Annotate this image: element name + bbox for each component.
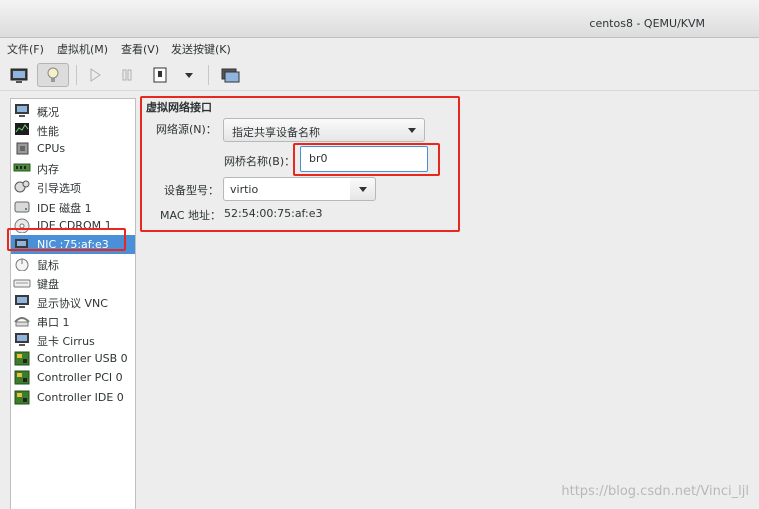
sidebar-item-label: IDE 磁盘 1 bbox=[37, 201, 92, 215]
power-icon bbox=[153, 67, 167, 83]
sidebar-item-label: 显卡 Cirrus bbox=[37, 335, 95, 349]
sidebar-item[interactable]: IDE 磁盘 1 bbox=[11, 197, 135, 216]
boot-icon bbox=[14, 180, 30, 193]
sidebar-item-label: 概况 bbox=[37, 106, 59, 119]
video-icon bbox=[15, 333, 29, 347]
title-bar: centos8 - QEMU/KVM bbox=[0, 0, 759, 38]
sidebar-item-label: 引导选项 bbox=[37, 182, 81, 196]
sidebar-item-label: Controller PCI 0 bbox=[37, 371, 123, 385]
performance-icon bbox=[15, 123, 29, 136]
controller-icon bbox=[14, 390, 30, 404]
mouse-icon bbox=[15, 258, 29, 271]
hardware-list: 概况 性能 CPUs 内存 引导选项 IDE 磁盘 1 IDE CDROM 1 NIC :75… bbox=[10, 98, 136, 509]
sidebar-item[interactable]: Controller PCI 0 bbox=[11, 368, 135, 387]
memory-icon bbox=[13, 163, 31, 172]
serial-icon bbox=[14, 317, 30, 327]
toolbar bbox=[0, 59, 759, 91]
sidebar-item-label: 键盘 bbox=[37, 277, 59, 291]
menu-bar: 文件(F) 虚拟机(M) 查看(V) 发送按键(K) bbox=[0, 39, 759, 59]
sidebar-item[interactable]: 鼠标 bbox=[11, 254, 135, 273]
annotation-box-bridge bbox=[293, 143, 440, 176]
sidebar-item[interactable]: 显卡 Cirrus bbox=[11, 330, 135, 349]
disk-icon bbox=[14, 201, 30, 212]
sidebar-item[interactable]: 性能 bbox=[11, 120, 135, 139]
cpu-icon bbox=[16, 142, 29, 155]
sidebar-item-label: 显示协议 VNC bbox=[37, 297, 108, 310]
menu-view[interactable]: 查看(V) bbox=[121, 41, 159, 57]
sidebar-item-label: 鼠标 bbox=[37, 258, 59, 272]
sidebar-item-label: Controller USB 0 bbox=[37, 352, 128, 366]
dropdown-arrow-icon bbox=[185, 73, 193, 78]
keyboard-icon bbox=[13, 279, 31, 288]
overview-icon bbox=[15, 104, 29, 117]
sidebar-item[interactable]: 引导选项 bbox=[11, 177, 135, 196]
console-button[interactable] bbox=[6, 63, 32, 87]
controller-icon bbox=[14, 351, 30, 366]
sidebar-item-label: 性能 bbox=[37, 125, 59, 139]
menu-file[interactable]: 文件(F) bbox=[7, 41, 44, 57]
pause-button[interactable] bbox=[116, 63, 138, 87]
play-icon bbox=[90, 68, 101, 82]
controller-icon bbox=[14, 370, 30, 385]
sidebar-item[interactable]: 概况 bbox=[11, 101, 135, 120]
display-icon bbox=[15, 295, 29, 308]
shutdown-menu-button[interactable] bbox=[180, 63, 198, 87]
shutdown-button[interactable] bbox=[150, 63, 170, 87]
sidebar-item[interactable]: 串口 1 bbox=[11, 311, 135, 330]
monitor-icon bbox=[10, 68, 28, 83]
menu-send-key[interactable]: 发送按键(K) bbox=[171, 41, 231, 57]
menu-vm[interactable]: 虚拟机(M) bbox=[57, 41, 108, 57]
sidebar-item[interactable]: 内存 bbox=[11, 158, 135, 177]
sidebar-item[interactable]: 显示协议 VNC bbox=[11, 292, 135, 311]
pause-icon bbox=[122, 69, 132, 81]
lightbulb-icon bbox=[47, 67, 59, 82]
screenshot-icon bbox=[221, 68, 240, 83]
annotation-box-nic bbox=[7, 228, 126, 251]
sidebar-item[interactable]: Controller USB 0 bbox=[11, 349, 135, 368]
sidebar-item-label: CPUs bbox=[37, 142, 66, 156]
details-button[interactable] bbox=[37, 63, 69, 87]
sidebar-item[interactable]: Controller IDE 0 bbox=[11, 388, 135, 407]
sidebar-item[interactable]: CPUs bbox=[11, 139, 135, 158]
sidebar-item-label: 内存 bbox=[37, 163, 59, 177]
watermark: https://blog.csdn.net/Vinci_ljl bbox=[561, 484, 749, 499]
sidebar-item[interactable]: 键盘 bbox=[11, 273, 135, 292]
window-title: centos8 - QEMU/KVM bbox=[589, 17, 705, 30]
sidebar-item-label: Controller IDE 0 bbox=[37, 390, 124, 404]
run-button[interactable] bbox=[84, 63, 106, 87]
sidebar-item-label: 串口 1 bbox=[37, 316, 70, 330]
screenshot-button[interactable] bbox=[218, 63, 242, 87]
